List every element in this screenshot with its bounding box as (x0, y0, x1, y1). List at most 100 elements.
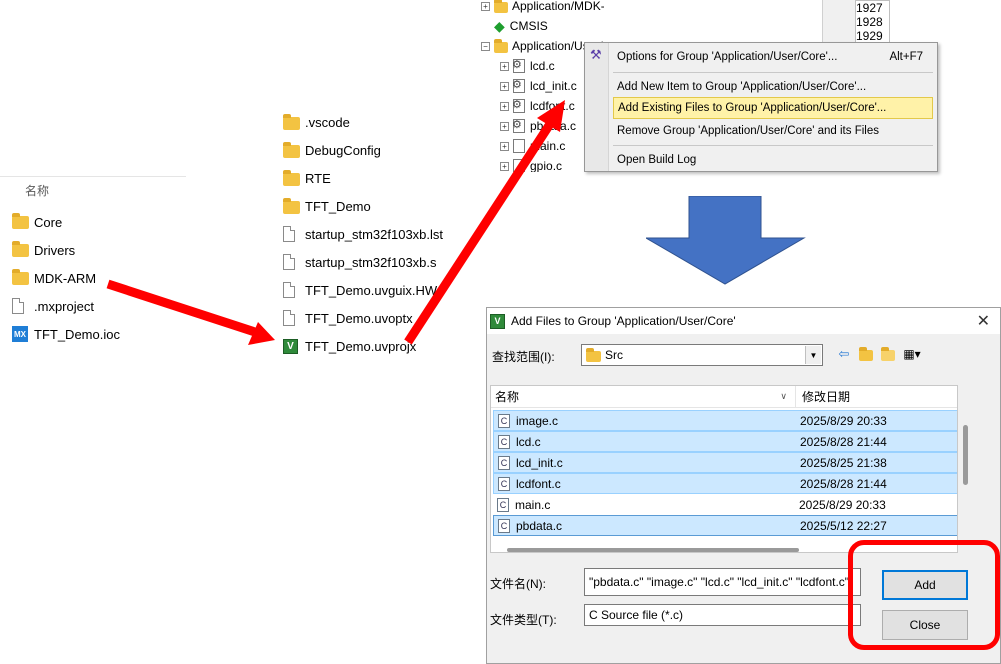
c-file-icon: C (498, 434, 510, 449)
left-item-mxproject[interactable]: .mxproject (12, 294, 94, 318)
file-date: 2025/8/29 20:33 (800, 413, 887, 428)
diamond-icon: ◆ (494, 17, 505, 34)
column-label: 名称 (495, 390, 520, 404)
folder-icon (283, 197, 301, 214)
c-file-icon: C (497, 497, 509, 512)
mid-item-startup-s[interactable]: startup_stm32f103xb.s (283, 250, 437, 274)
file-name-input[interactable]: "pbdata.c" "image.c" "lcd.c" "lcd_init.c… (584, 568, 861, 596)
tree-label: lcd_init.c (530, 79, 577, 93)
open-folder-icon (494, 38, 508, 53)
file-name: main.c (515, 497, 551, 512)
file-row[interactable]: C lcdfont.c 2025/8/28 21:44 (493, 473, 957, 494)
tree-file-pbdata[interactable]: + pbdata.c (500, 116, 576, 136)
expand-icon[interactable]: + (500, 141, 509, 151)
file-row[interactable]: C image.c 2025/8/29 20:33 (493, 410, 957, 431)
menu-item-label: Options for Group 'Application/User/Core… (617, 51, 838, 63)
mid-item-label: TFT_Demo.uvguix.HW (305, 282, 438, 298)
file-row[interactable]: C pbdata.c 2025/5/12 22:27 (493, 515, 957, 536)
menu-item-add-existing[interactable]: Add Existing Files to Group 'Application… (613, 97, 933, 119)
scroll-thumb[interactable] (963, 425, 968, 485)
file-row[interactable]: C lcd.c 2025/8/28 21:44 (493, 431, 957, 452)
left-item-core[interactable]: Core (12, 210, 62, 234)
file-date: 2025/8/25 21:38 (800, 455, 887, 470)
mid-item-debugconfig[interactable]: DebugConfig (283, 138, 381, 162)
left-item-label: TFT_Demo.ioc (34, 326, 120, 342)
mid-item-rte[interactable]: RTE (283, 166, 331, 190)
chevron-down-icon[interactable]: ▼ (805, 346, 821, 364)
mid-item-startup-lst[interactable]: startup_stm32f103xb.lst (283, 222, 443, 246)
view-menu-icon[interactable]: ▦▾ (903, 346, 921, 362)
menu-item-options[interactable]: Options for Group 'Application/User/Core… (613, 46, 933, 68)
mid-item-uvprojx[interactable]: V TFT_Demo.uvprojx (283, 334, 416, 358)
column-label: 修改日期 (802, 390, 851, 404)
mid-item-label: TFT_Demo.uvprojx (305, 338, 417, 354)
collapse-icon[interactable]: − (481, 41, 490, 51)
left-column-header[interactable]: 名称 (25, 182, 49, 199)
expand-icon[interactable]: + (500, 101, 509, 111)
up-folder-icon[interactable] (857, 346, 875, 362)
column-header-name[interactable]: 名称 ⌃ ∨ (491, 386, 795, 408)
back-arrow-icon[interactable]: ⇦ (835, 346, 853, 362)
file-type-select[interactable]: C Source file (*.c) (584, 604, 861, 626)
tree-file-lcdfont[interactable]: + lcdfont.c (500, 96, 575, 116)
context-menu[interactable]: ⚒ Options for Group 'Application/User/Co… (584, 42, 938, 172)
mid-item-label: DebugConfig (305, 142, 381, 158)
left-panel-divider (0, 176, 186, 177)
line-number: 1929 (856, 29, 883, 43)
expand-icon[interactable]: + (500, 121, 509, 131)
keil-project-icon: V (283, 338, 301, 354)
folder-icon (283, 141, 301, 158)
mid-item-label: startup_stm32f103xb.lst (305, 226, 444, 242)
tree-file-gpio[interactable]: + gpio.c (500, 156, 562, 172)
mid-item-tft-demo-folder[interactable]: TFT_Demo (283, 194, 371, 218)
file-icon (283, 254, 301, 270)
left-item-label: MDK-ARM (34, 270, 97, 286)
menu-separator (613, 72, 933, 73)
c-file-icon: C (498, 476, 510, 491)
left-item-label: Drivers (34, 242, 76, 258)
mid-item-label: TFT_Demo.uvoptx (305, 310, 413, 326)
close-icon[interactable]: ✕ (977, 311, 990, 331)
blue-down-arrow (646, 196, 806, 285)
menu-shortcut: Alt+F7 (889, 51, 923, 63)
menu-item-open-build-log[interactable]: Open Build Log (613, 149, 933, 171)
tree-label: main.c (530, 139, 566, 153)
mid-item-uvguix[interactable]: TFT_Demo.uvguix.HW (283, 278, 437, 302)
menu-item-add-new[interactable]: Add New Item to Group 'Application/User/… (613, 76, 933, 98)
keil-icon: V (490, 313, 505, 329)
file-type-value: C Source file (*.c) (589, 608, 684, 622)
expand-icon[interactable]: + (481, 1, 490, 11)
tree-group-mdk-arm[interactable]: + Application/MDK-ARM (481, 0, 604, 16)
expand-icon[interactable]: + (500, 61, 509, 71)
file-name: image.c (516, 413, 559, 428)
expand-icon[interactable]: + (500, 161, 509, 171)
folder-icon (12, 241, 30, 258)
look-in-select[interactable]: Src ▼ (581, 344, 823, 366)
tree-item-cmsis[interactable]: ◆ CMSIS (494, 16, 548, 36)
tree-file-lcd-init[interactable]: + lcd_init.c (500, 76, 577, 96)
left-item-drivers[interactable]: Drivers (12, 238, 75, 262)
tree-label: lcdfont.c (530, 99, 575, 113)
magic-wand-icon: ⚒ (590, 47, 602, 62)
menu-item-remove-group[interactable]: Remove Group 'Application/User/Core' and… (613, 120, 933, 142)
tree-file-lcd[interactable]: + lcd.c (500, 56, 555, 76)
tree-file-main[interactable]: + main.c (500, 136, 565, 156)
folder-icon (12, 213, 30, 230)
expand-icon[interactable]: + (500, 81, 509, 91)
mid-item-uvoptx[interactable]: TFT_Demo.uvoptx (283, 306, 413, 330)
file-icon (283, 226, 301, 242)
file-row[interactable]: C main.c 2025/8/29 20:33 (493, 494, 957, 515)
file-row[interactable]: C lcd_init.c 2025/8/25 21:38 (493, 452, 957, 473)
new-folder-icon[interactable] (879, 346, 897, 362)
file-list[interactable]: 名称 ⌃ ∨ 修改日期 C image.c 2025/8/29 20:33 C … (490, 385, 958, 553)
look-in-value: Src (605, 348, 623, 362)
vertical-scrollbar[interactable] (960, 385, 972, 553)
left-item-mdk-arm[interactable]: MDK-ARM (12, 266, 96, 290)
dialog-title: Add Files to Group 'Application/User/Cor… (511, 314, 736, 328)
folder-icon (494, 0, 508, 13)
horizontal-scrollbar[interactable] (507, 548, 799, 552)
left-item-ioc[interactable]: MX TFT_Demo.ioc (12, 322, 120, 346)
column-header-modified[interactable]: 修改日期 (795, 386, 957, 408)
chevron-down-icon[interactable]: ∨ (780, 391, 787, 402)
mid-item-vscode[interactable]: .vscode (283, 110, 350, 134)
